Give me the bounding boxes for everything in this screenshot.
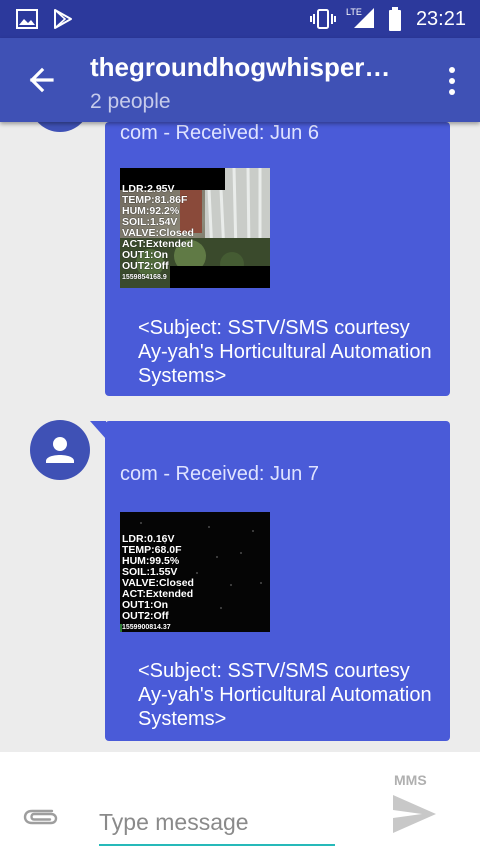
avatar[interactable] [30,122,90,132]
message-bubble[interactable]: com - Received: Jun 7 LDR:0.16V TEMP:68.… [105,421,450,741]
status-bar: LTE 23:21 [0,0,480,38]
message-text: <Subject: SSTV/SMS courtesy Ay-yah's Hor… [138,317,432,387]
message-input[interactable] [99,800,335,846]
message-meta: com - Received: Jun 7 [120,463,319,485]
status-time: 23:21 [415,8,466,30]
mms-label: MMS [394,772,427,788]
message-meta: com - Received: Jun 6 [120,122,319,144]
person-icon [46,437,74,463]
conversation-title: thegroundhogwhisper… [90,52,391,82]
network-type: LTE [346,7,362,17]
message-bubble[interactable]: com - Received: Jun 6 LDR:2.95V TEMP:81.… [105,122,450,396]
signal-icon: LTE [346,7,374,28]
image-overlay-text: LDR:0.16V TEMP:68.0F HUM:99.5% SOIL:1.55… [122,533,194,632]
compose-bar: MMS [0,752,480,854]
participant-count: 2 people [90,90,171,113]
app-bar: thegroundhogwhisper… 2 people [0,38,480,122]
message-list[interactable]: com - Received: Jun 6 LDR:2.95V TEMP:81.… [0,122,480,752]
back-arrow-icon[interactable] [20,62,64,98]
attachment-image[interactable]: LDR:0.16V TEMP:68.0F HUM:99.5% SOIL:1.55… [120,512,270,632]
message-text: <Subject: SSTV/SMS courtesy Ay-yah's Hor… [138,660,432,730]
attach-icon[interactable] [22,804,60,830]
overflow-menu-icon[interactable] [446,66,458,96]
gallery-icon [16,9,38,29]
image-overlay-text: LDR:2.95V TEMP:81.86F HUM:92.2% SOIL:1.5… [122,183,194,282]
battery-icon [389,7,401,31]
vibrate-icon [310,9,336,29]
play-store-icon [54,9,72,29]
send-icon[interactable] [390,792,438,836]
avatar[interactable] [30,420,90,480]
attachment-image[interactable]: LDR:2.95V TEMP:81.86F HUM:92.2% SOIL:1.5… [120,168,270,288]
bubble-tail [90,421,106,439]
